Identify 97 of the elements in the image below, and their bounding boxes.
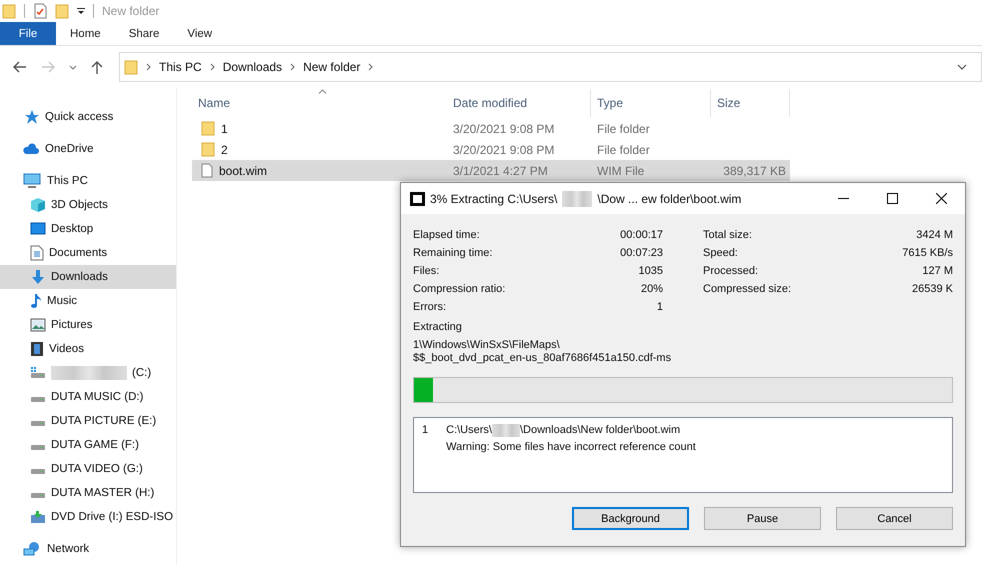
sidebar-item[interactable]: Music xyxy=(0,289,176,313)
stat-value: 1035 xyxy=(638,265,663,277)
close-icon[interactable] xyxy=(936,193,947,204)
sidebar-item[interactable]: DUTA GAME (F:) xyxy=(0,433,176,457)
stat-label: Compressed size: xyxy=(703,283,792,295)
blurred-text xyxy=(492,424,520,437)
document-icon xyxy=(30,245,44,261)
stat-label: Compression ratio: xyxy=(413,283,506,295)
stat-value: 00:07:23 xyxy=(620,247,663,259)
app-logo-icon xyxy=(410,192,425,206)
music-note-icon xyxy=(30,293,42,309)
message-path: \Downloads\New folder\boot.wim xyxy=(520,423,680,438)
stat-label: Speed: xyxy=(703,247,738,259)
address-bar[interactable]: This PC Downloads New folder xyxy=(119,52,982,82)
breadcrumb-item[interactable]: Downloads xyxy=(222,60,282,74)
back-icon[interactable] xyxy=(13,61,27,73)
chevron-right-icon[interactable] xyxy=(290,63,296,71)
stat-label: Errors: xyxy=(413,301,446,313)
stat-value: 1 xyxy=(656,301,663,313)
ribbon-tab[interactable]: Home xyxy=(56,22,115,45)
folder-icon xyxy=(124,59,138,75)
ribbon-tab[interactable]: View xyxy=(173,22,226,45)
sidebar-item[interactable]: DUTA VIDEO (G:) xyxy=(0,457,176,481)
sidebar-item[interactable]: DUTA MUSIC (D:) xyxy=(0,385,176,409)
sidebar-item[interactable]: (C:) xyxy=(0,361,176,385)
chevron-down-icon[interactable] xyxy=(957,64,967,70)
computer-icon xyxy=(23,173,41,189)
sort-icon[interactable] xyxy=(318,89,327,94)
desktop-icon xyxy=(30,221,46,237)
stat-value: 7615 KB/s xyxy=(902,247,953,259)
breadcrumb-item[interactable]: New folder xyxy=(303,60,360,74)
stat-label: Files: xyxy=(413,265,440,277)
sidebar-item[interactable]: DUTA PICTURE (E:) xyxy=(0,409,176,433)
window-title: New folder xyxy=(102,4,160,18)
disc-drive-icon xyxy=(30,510,46,524)
file-row[interactable]: boot.wim 3/1/2021 4:27 PM WIM File 389,317 KB xyxy=(192,160,790,181)
sidebar-item[interactable]: DUTA MASTER (H:) xyxy=(0,481,176,505)
current-path: 1\Windows\WinSxS\FileMaps\ xyxy=(413,339,561,352)
stat-label: Total size: xyxy=(703,229,752,241)
download-icon xyxy=(30,269,46,285)
star-icon xyxy=(23,109,39,125)
dialog-title: 3% Extracting C:\Users\ xyxy=(430,192,558,206)
stat-value: 00:00:17 xyxy=(620,229,663,241)
chevron-right-icon[interactable] xyxy=(146,63,151,71)
ribbon-tab[interactable]: Share xyxy=(114,22,174,45)
dialog-button[interactable]: Background xyxy=(572,507,689,530)
stat-value: 127 M xyxy=(922,265,953,277)
chevron-right-icon[interactable] xyxy=(368,63,374,71)
sidebar-item[interactable]: Quick access xyxy=(0,105,176,129)
column-header[interactable]: Date modified xyxy=(447,89,591,117)
status-text: Extracting xyxy=(413,320,463,335)
message-text: Warning: Some files have incorrect reference count xyxy=(446,440,696,455)
sidebar-item[interactable]: Network xyxy=(0,537,176,561)
film-icon xyxy=(30,341,44,357)
sidebar-item[interactable]: OneDrive xyxy=(0,137,176,161)
up-icon[interactable] xyxy=(91,60,103,74)
network-icon xyxy=(23,541,41,557)
dialog-button[interactable]: Cancel xyxy=(836,507,953,530)
message-path: C:\Users\ xyxy=(446,423,492,438)
file-row[interactable]: 1 3/20/2021 9:08 PM File folder xyxy=(192,118,790,139)
breadcrumb-item[interactable]: This PC xyxy=(159,60,202,74)
stat-label: Processed: xyxy=(703,265,758,277)
chevron-right-icon[interactable] xyxy=(210,63,215,71)
file-icon xyxy=(201,163,213,178)
maximize-icon[interactable] xyxy=(887,193,898,204)
sidebar-item[interactable]: Videos xyxy=(0,337,176,361)
message-index: 1 xyxy=(422,423,428,438)
current-file: $$_boot_dvd_pcat_en-us_80af7686f451a150.cdf-ms xyxy=(413,352,672,365)
dropdown-icon[interactable] xyxy=(77,7,85,15)
cloud-icon xyxy=(23,141,39,157)
ribbon-tab[interactable]: File xyxy=(0,22,56,45)
stat-value: 26539 K xyxy=(912,283,953,295)
stat-label: Elapsed time: xyxy=(413,229,480,241)
blurred-text xyxy=(562,190,592,206)
chevron-down-icon[interactable] xyxy=(69,64,77,70)
file-row[interactable]: 2 3/20/2021 9:08 PM File folder xyxy=(192,139,790,160)
properties-icon[interactable] xyxy=(33,3,47,19)
dialog-title: \Dow ... ew folder\boot.wim xyxy=(597,192,742,206)
sidebar-item[interactable]: Documents xyxy=(0,241,176,265)
folder-icon xyxy=(201,121,215,136)
sidebar-item[interactable]: Pictures xyxy=(0,313,176,337)
folder-icon xyxy=(201,142,215,157)
stat-value: 20% xyxy=(640,283,663,295)
dialog-button[interactable]: Pause xyxy=(704,507,821,530)
sidebar-item[interactable]: Desktop xyxy=(0,217,176,241)
stat-value: 3424 M xyxy=(916,229,953,241)
sidebar-item[interactable]: 3D Objects xyxy=(0,193,176,217)
column-header[interactable]: Size xyxy=(711,89,790,117)
column-header[interactable]: Name xyxy=(192,89,447,117)
stat-label: Remaining time: xyxy=(413,247,492,259)
sidebar-item[interactable]: This PC xyxy=(0,169,176,193)
picture-icon xyxy=(30,318,46,332)
cube-icon xyxy=(30,197,46,213)
sidebar-item[interactable]: DVD Drive (I:) ESD-ISO xyxy=(0,505,176,529)
column-header[interactable]: Type xyxy=(591,89,711,117)
drive-icon xyxy=(30,367,46,379)
sidebar-item[interactable]: Downloads xyxy=(0,265,176,289)
